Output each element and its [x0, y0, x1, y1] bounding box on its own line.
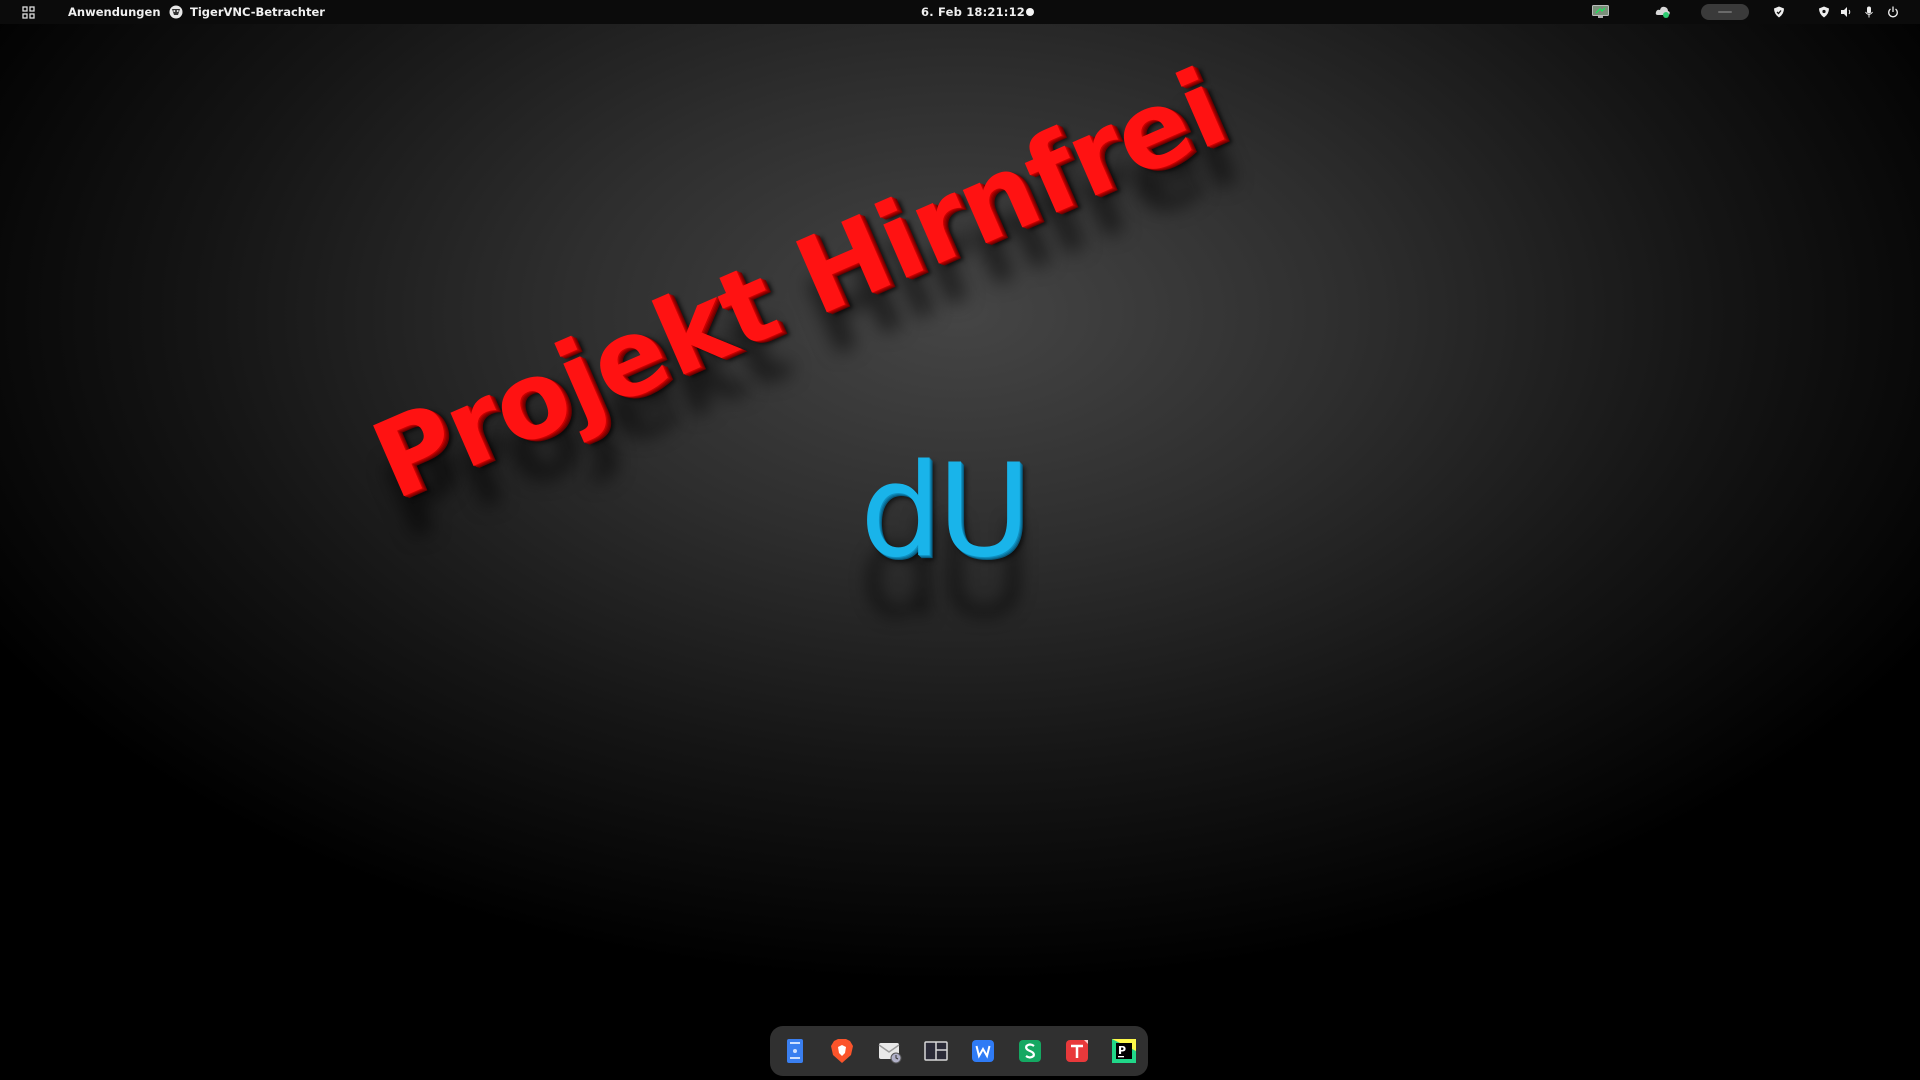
wps-writer-icon — [971, 1040, 994, 1062]
cloud-sync-icon[interactable] — [1655, 0, 1671, 24]
dock-item-file-manager[interactable] — [777, 1033, 813, 1069]
app-grid-icon[interactable] — [20, 0, 36, 24]
mail-icon — [878, 1043, 901, 1064]
shield-icon[interactable] — [1773, 0, 1785, 24]
brave-icon — [830, 1039, 853, 1063]
volume-icon[interactable] — [1840, 0, 1852, 24]
notification-dot[interactable] — [1026, 0, 1034, 24]
vpn-shield-icon[interactable] — [1818, 0, 1830, 24]
microphone-icon[interactable] — [1863, 0, 1875, 24]
dock-item-pycharm[interactable]: P — [1106, 1033, 1142, 1069]
tigervnc-icon — [168, 4, 184, 20]
active-window-title: TigerVNC-Betrachter — [190, 5, 325, 19]
dock-item-wps-presentation[interactable] — [1059, 1033, 1095, 1069]
dock-item-mail-client[interactable] — [871, 1033, 907, 1069]
wps-presentation-icon — [1065, 1040, 1088, 1062]
active-window-menu[interactable]: TigerVNC-Betrachter — [168, 0, 325, 24]
dock-item-wps-spreadsheets[interactable] — [1012, 1033, 1048, 1069]
svg-text:P: P — [1118, 1044, 1126, 1057]
dock-item-brave-browser[interactable] — [824, 1033, 860, 1069]
input-indicator[interactable] — [1701, 4, 1749, 20]
dock-item-screen-layout[interactable] — [918, 1033, 954, 1069]
wps-spreadsheets-icon — [1018, 1040, 1041, 1062]
applications-menu[interactable]: Anwendungen — [68, 0, 161, 24]
wallpaper-title: Projekt Hirnfrei — [355, 46, 1242, 524]
pycharm-icon: P — [1111, 1039, 1136, 1063]
dock: P — [770, 1026, 1148, 1076]
top-bar: Anwendungen TigerVNC-Betrachter 6. Feb 1… — [0, 0, 1920, 24]
clock[interactable]: 6. Feb 18:21:12 — [921, 0, 1025, 24]
screen-layout-icon — [923, 1041, 948, 1061]
file-manager-icon — [786, 1039, 803, 1063]
wallpaper-logo: dU — [860, 437, 1031, 586]
screen-share-icon[interactable] — [1592, 0, 1609, 24]
power-icon[interactable] — [1887, 0, 1899, 24]
dock-item-wps-writer[interactable] — [965, 1033, 1001, 1069]
